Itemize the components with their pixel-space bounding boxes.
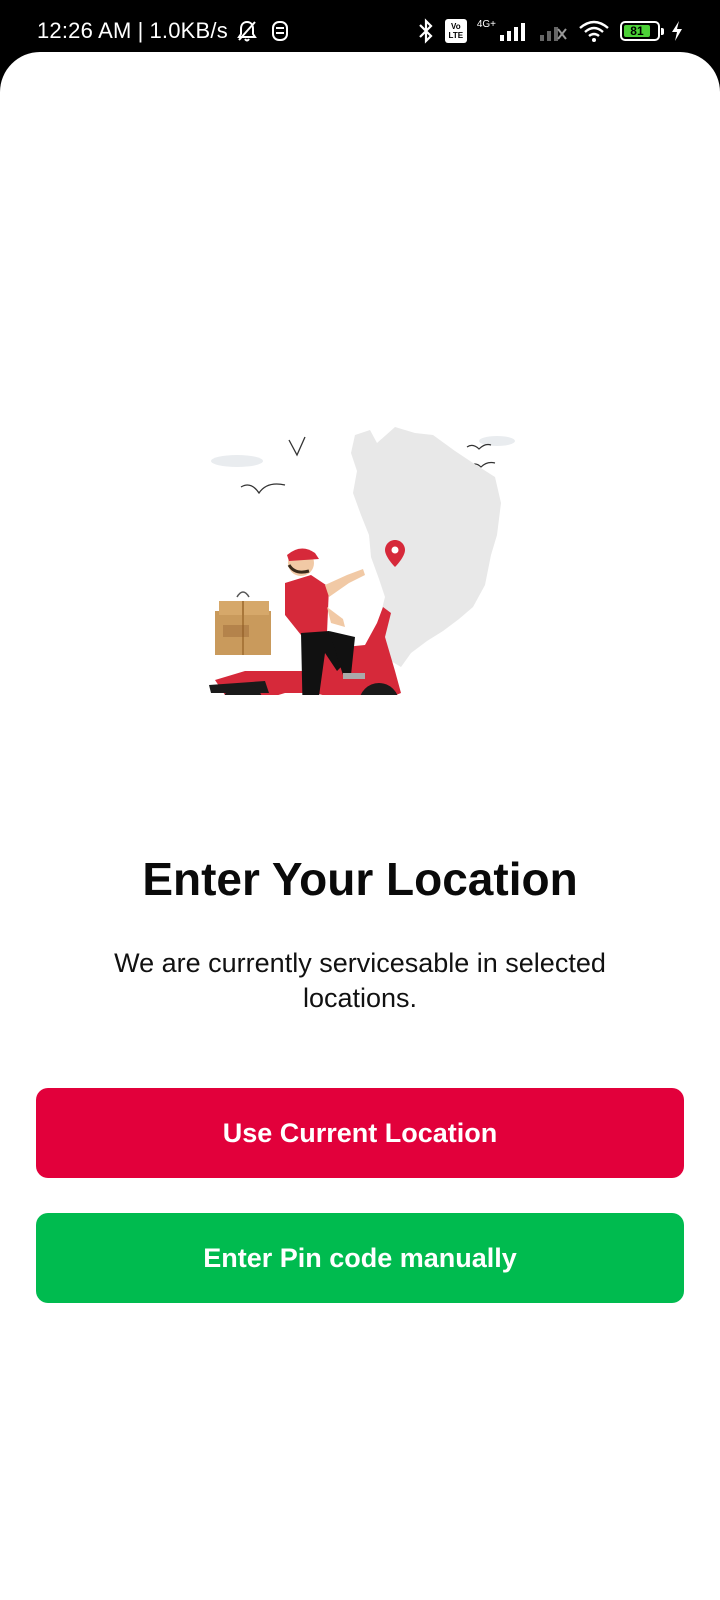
wifi-icon bbox=[578, 19, 610, 43]
delivery-scooter-map-illustration bbox=[205, 375, 525, 732]
volte-bottom-label: LTE bbox=[448, 31, 464, 40]
mute-bell-icon bbox=[236, 19, 258, 43]
network-type-label: 4G+ bbox=[476, 18, 496, 30]
network-speed: 1.0KB/s bbox=[149, 18, 228, 43]
vpn-icon bbox=[270, 20, 290, 42]
volte-top-label: Vo bbox=[450, 22, 461, 31]
status-bar-right: Vo LTE 4G+ 81 bbox=[417, 18, 684, 44]
no-signal-icon bbox=[538, 20, 568, 42]
battery-level: 81 bbox=[624, 24, 650, 38]
battery-tip bbox=[661, 28, 664, 35]
volte-icon: Vo LTE bbox=[444, 19, 467, 43]
enter-pin-code-button[interactable]: Enter Pin code manually bbox=[36, 1213, 684, 1303]
battery-icon: 81 bbox=[620, 21, 664, 41]
location-sheet bbox=[0, 52, 720, 1600]
use-current-location-button[interactable]: Use Current Location bbox=[36, 1088, 684, 1178]
page-title: Enter Your Location bbox=[142, 853, 578, 905]
page-subtitle: We are currently servicesable in selecte… bbox=[114, 948, 606, 1013]
status-bar-left: 12:26 AM | 1.0KB/s bbox=[37, 18, 290, 44]
clock: 12:26 AM bbox=[37, 18, 132, 43]
bluetooth-icon bbox=[417, 18, 435, 44]
charging-icon bbox=[670, 20, 684, 42]
signal-icon bbox=[498, 20, 528, 42]
status-separator: | bbox=[137, 18, 144, 43]
